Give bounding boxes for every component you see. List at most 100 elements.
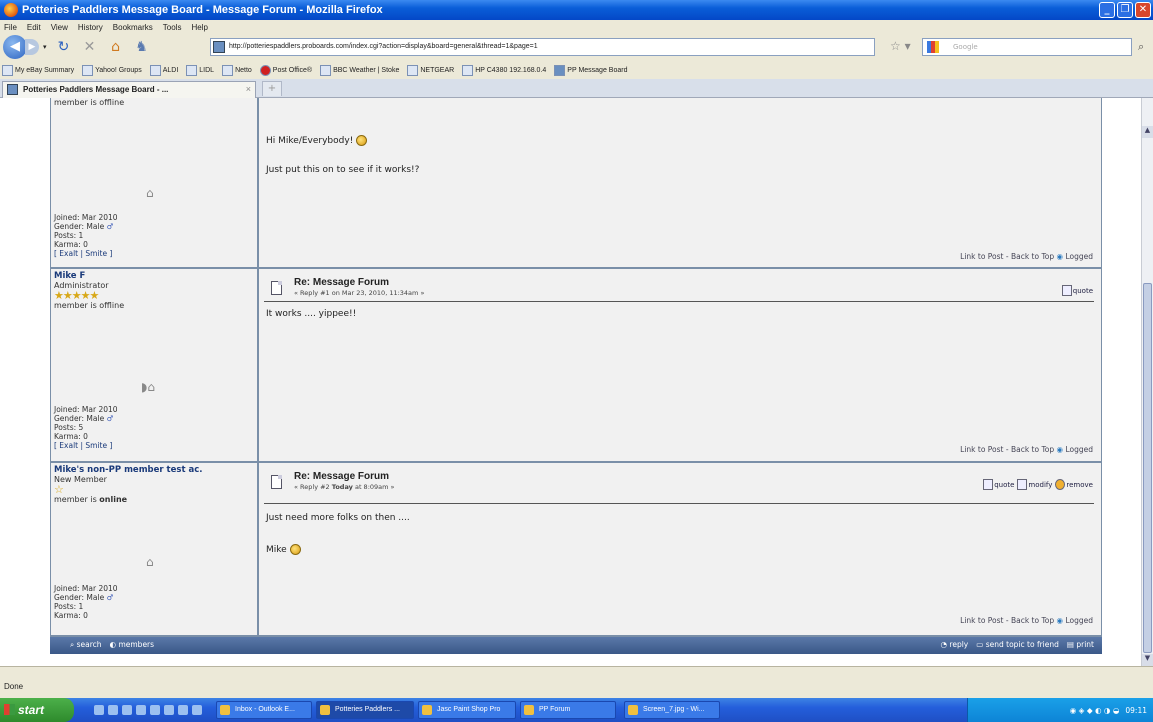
- menu-help[interactable]: Help: [191, 23, 207, 32]
- quicklaunch-icon[interactable]: [108, 705, 118, 715]
- new-tab-button[interactable]: +: [262, 81, 282, 96]
- username-link[interactable]: Mike F: [54, 271, 254, 281]
- members-button[interactable]: ◐ members: [110, 640, 155, 650]
- page-content: member is offline ⌂ Joined: Mar 2010 Gen…: [0, 98, 1141, 666]
- taskbar-item-paintshop[interactable]: Jasc Paint Shop Pro: [418, 701, 516, 719]
- tray-icons[interactable]: ◉ ◈ ◆ ◐ ◑ ◒: [1070, 706, 1120, 715]
- quicklaunch-icon[interactable]: [192, 705, 202, 715]
- username-link[interactable]: Mike's non-PP member test ac.: [54, 465, 254, 475]
- bookmark-item[interactable]: BBC Weather | Stoke: [320, 64, 399, 76]
- bottom-right-actions: ◔ reply ▭ send topic to friend ▤ print: [940, 640, 1094, 649]
- quicklaunch-icon[interactable]: [164, 705, 174, 715]
- pm-icon[interactable]: ◗⌂: [141, 380, 155, 394]
- menu-tools[interactable]: Tools: [163, 23, 182, 32]
- members-label: members: [118, 640, 155, 649]
- vertical-scrollbar[interactable]: ▲ ▼: [1141, 98, 1153, 666]
- page-icon: [320, 64, 332, 76]
- post-line: Hi Mike/Everybody!: [266, 135, 368, 146]
- url-bar[interactable]: http://potteriespaddlers.proboards.com/i…: [210, 38, 875, 56]
- menu-history[interactable]: History: [78, 23, 103, 32]
- bookmark-item[interactable]: NETGEAR: [407, 64, 454, 76]
- pm-icon[interactable]: ⌂: [146, 555, 154, 569]
- taskbar-item-screenshot[interactable]: Screen_7.jpg - Wi...: [624, 701, 720, 719]
- menu-bookmarks[interactable]: Bookmarks: [113, 23, 153, 32]
- reply-button[interactable]: ◔ reply: [940, 640, 968, 649]
- bookmark-label: PP Message Board: [567, 66, 628, 74]
- pm-icon[interactable]: ⌂: [146, 186, 154, 200]
- menu-edit[interactable]: Edit: [27, 23, 41, 32]
- bookmark-item[interactable]: LIDL: [186, 64, 214, 76]
- taskbar-item-outlook[interactable]: Inbox - Outlook E...: [216, 701, 312, 719]
- bookmark-item[interactable]: HP C4380 192.168.0.4: [462, 64, 546, 76]
- bookmark-item[interactable]: ALDI: [149, 64, 179, 76]
- link-to-post[interactable]: Link to Post - Back to Top: [960, 445, 1054, 454]
- karma: Karma: 0: [54, 240, 88, 249]
- quicklaunch-icon[interactable]: [136, 705, 146, 715]
- menu-view[interactable]: View: [51, 23, 68, 32]
- post-line: It works .... yippee!!: [266, 309, 357, 319]
- link-to-post[interactable]: Link to Post - Back to Top: [960, 616, 1054, 625]
- tab-message-board[interactable]: Potteries Paddlers Message Board - ... ×: [2, 81, 256, 98]
- send-to-friend-button[interactable]: ▭ send topic to friend: [976, 640, 1059, 649]
- search-go-icon[interactable]: ⌕: [1138, 40, 1144, 54]
- scroll-thumb[interactable]: [1143, 283, 1152, 653]
- scroll-down-icon[interactable]: ▼: [1142, 654, 1153, 666]
- send-to-friend-label: send topic to friend: [985, 640, 1059, 649]
- quicklaunch-icon[interactable]: [122, 705, 132, 715]
- smiley-icon: [289, 544, 301, 555]
- user-profile: Mike's non-PP member test ac. New Member…: [51, 463, 257, 635]
- menu-file[interactable]: File: [4, 23, 17, 32]
- exalt-smite-links[interactable]: [ Exalt | Smite ]: [54, 441, 118, 450]
- tab-close-icon[interactable]: ×: [246, 82, 251, 97]
- post-line: Mike: [266, 544, 301, 555]
- bookmark-label: ALDI: [162, 66, 179, 74]
- bookmark-item[interactable]: PP Message Board: [554, 64, 628, 76]
- forward-button[interactable]: ▶: [25, 39, 39, 55]
- scroll-up-icon[interactable]: ▲: [1142, 126, 1153, 138]
- search-input[interactable]: Google: [922, 38, 1132, 56]
- close-button[interactable]: ✕: [1135, 2, 1151, 18]
- minimize-button[interactable]: _: [1099, 2, 1115, 18]
- stop-icon[interactable]: ✕: [81, 38, 99, 56]
- bookmark-item[interactable]: Yahoo! Groups: [82, 64, 142, 76]
- start-button[interactable]: start: [0, 698, 74, 722]
- bottom-left-actions: ⌕ search ◐ members: [70, 640, 154, 650]
- status-prefix: member is: [54, 495, 100, 504]
- firefox-icon: [4, 3, 18, 17]
- male-icon: ♂: [106, 222, 114, 231]
- exalt-smite-links[interactable]: [ Exalt | Smite ]: [54, 249, 118, 258]
- meta-today: Today: [331, 483, 353, 491]
- rank-stars: ★★★★★: [54, 289, 99, 302]
- taskbar-item-ppforum[interactable]: PP Forum: [520, 701, 616, 719]
- quicklaunch-icon[interactable]: [150, 705, 160, 715]
- male-icon: ♂: [106, 593, 114, 602]
- addon-icon[interactable]: ♞: [133, 38, 151, 56]
- history-dropdown[interactable]: ▾: [43, 43, 47, 51]
- home-icon[interactable]: ⌂: [107, 38, 125, 56]
- member-status: member is offline: [54, 301, 125, 310]
- search-button[interactable]: ⌕ search: [70, 640, 102, 650]
- print-button[interactable]: ▤ print: [1067, 640, 1094, 649]
- bookmark-item[interactable]: My eBay Summary: [2, 64, 74, 76]
- gender-row: Gender: Male ♂: [54, 593, 118, 602]
- post-footer: Link to Post - Back to Top ◉ Logged: [960, 445, 1093, 454]
- quote-button[interactable]: quote: [983, 479, 1014, 490]
- quote-label: quote: [994, 480, 1015, 489]
- bookmark-star-icon[interactable]: ☆ ▾: [890, 39, 911, 53]
- quicklaunch-icon[interactable]: [94, 705, 104, 715]
- post-count: Posts: 1: [54, 602, 84, 611]
- link-to-post[interactable]: Link to Post - Back to Top: [960, 252, 1054, 261]
- maximize-button[interactable]: ❐: [1117, 2, 1133, 18]
- quote-button[interactable]: quote: [1061, 285, 1093, 296]
- reload-icon[interactable]: ↻: [55, 38, 73, 56]
- remove-button[interactable]: remove: [1055, 479, 1093, 490]
- post-count: Posts: 5: [54, 423, 84, 432]
- bookmark-item[interactable]: Post Office®: [259, 64, 312, 76]
- bookmark-item[interactable]: Netto: [222, 64, 252, 76]
- modify-button[interactable]: modify: [1017, 479, 1052, 490]
- quicklaunch-icon[interactable]: [178, 705, 188, 715]
- gender-text: Gender: Male: [54, 593, 105, 602]
- back-button[interactable]: ◀: [3, 35, 27, 59]
- post-title: Re: Message Forum: [294, 471, 390, 482]
- taskbar-item-firefox[interactable]: Potteries Paddlers ...: [316, 701, 414, 719]
